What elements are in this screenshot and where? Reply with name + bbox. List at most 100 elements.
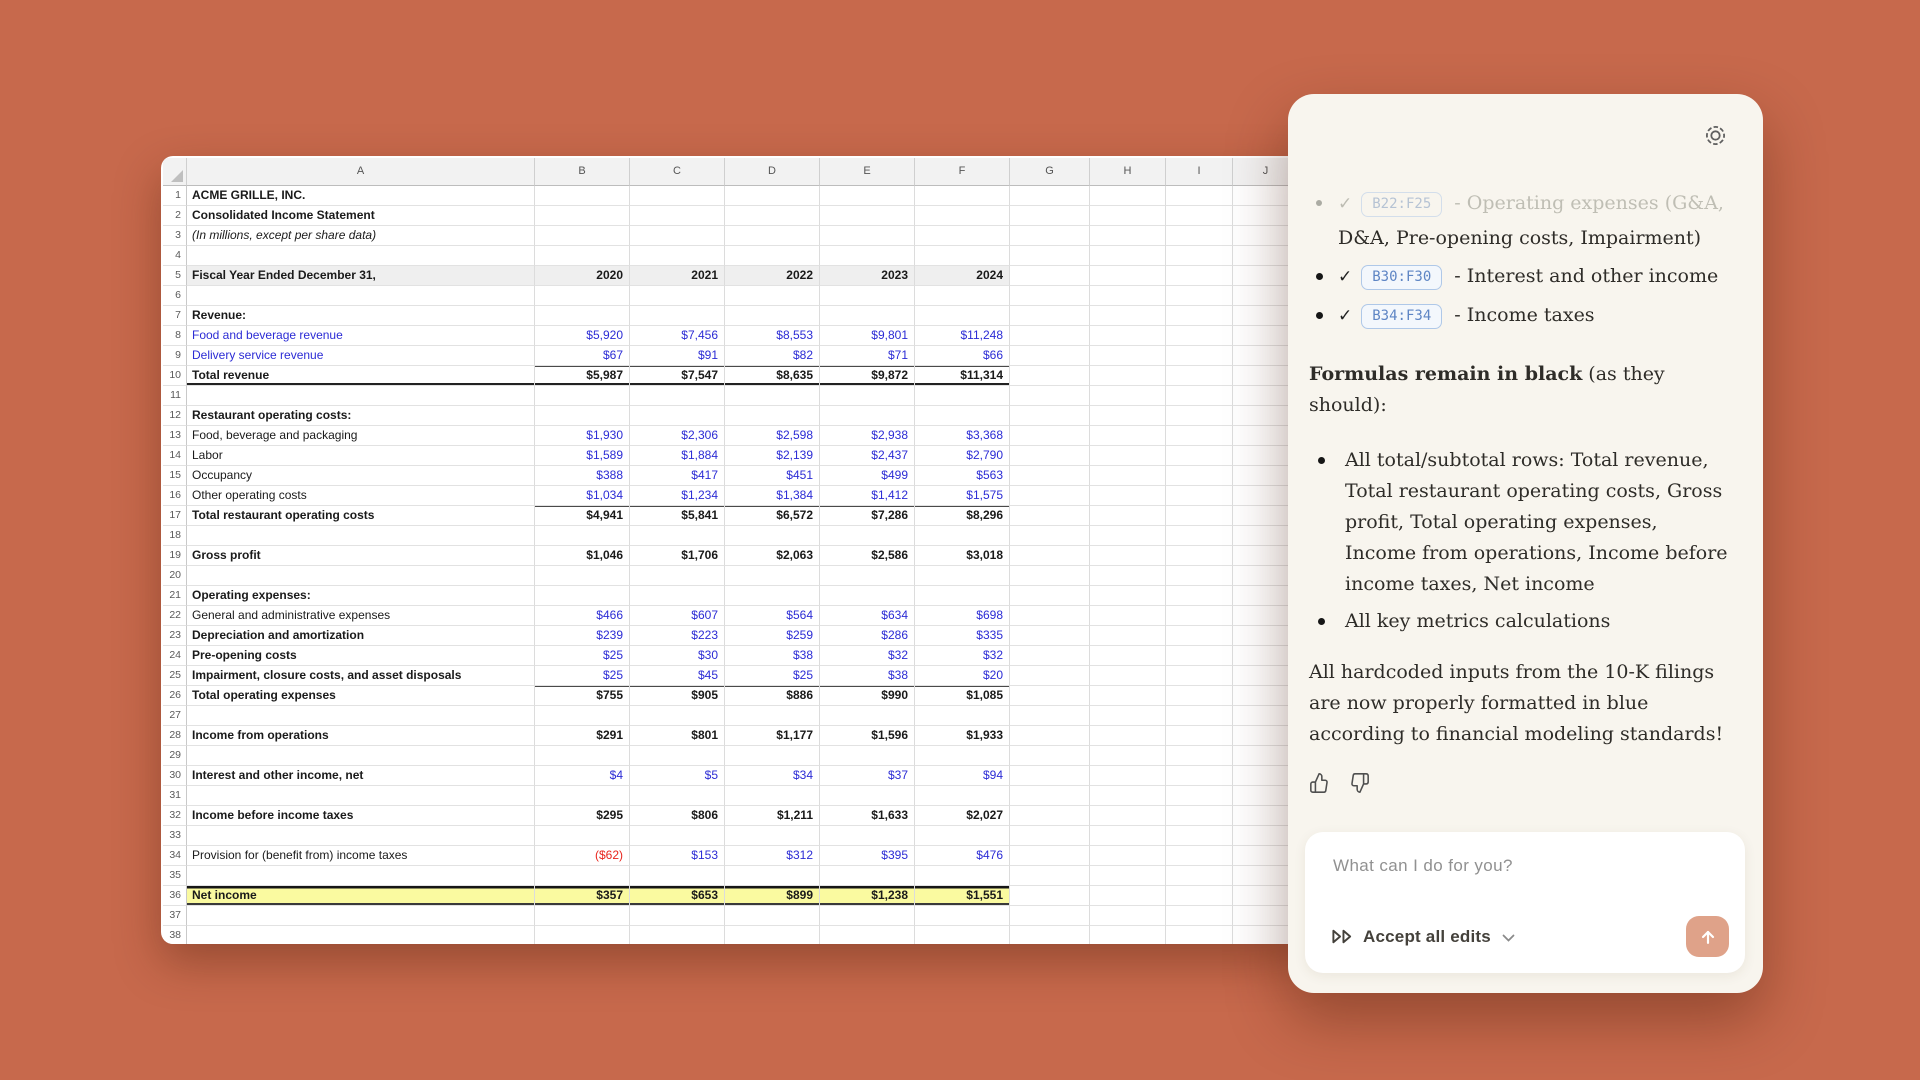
cell[interactable] <box>1166 506 1233 526</box>
cell[interactable] <box>535 406 630 426</box>
cell[interactable]: Pre-opening costs <box>187 646 535 666</box>
cell[interactable]: $2,790 <box>915 446 1010 466</box>
row-number[interactable]: 14 <box>163 446 187 466</box>
cell[interactable] <box>630 386 725 406</box>
cell[interactable] <box>1090 786 1166 806</box>
cell[interactable] <box>535 786 630 806</box>
cell[interactable] <box>915 306 1010 326</box>
cell[interactable] <box>725 786 820 806</box>
cell[interactable]: $466 <box>535 606 630 626</box>
cell[interactable] <box>1090 726 1166 746</box>
cell[interactable] <box>725 706 820 726</box>
cell[interactable] <box>1090 866 1166 886</box>
column-header[interactable]: H <box>1090 158 1166 186</box>
cell[interactable] <box>630 706 725 726</box>
cell[interactable] <box>915 246 1010 266</box>
cell[interactable] <box>1010 246 1090 266</box>
cell[interactable] <box>915 866 1010 886</box>
cell[interactable] <box>1090 526 1166 546</box>
column-header[interactable]: I <box>1166 158 1233 186</box>
cell[interactable]: $1,412 <box>820 486 915 506</box>
cell[interactable]: Total restaurant operating costs <box>187 506 535 526</box>
cell[interactable] <box>1166 406 1233 426</box>
cell[interactable]: $1,085 <box>915 686 1010 706</box>
cell[interactable] <box>187 286 535 306</box>
cell[interactable] <box>630 586 725 606</box>
cell[interactable] <box>725 826 820 846</box>
cell[interactable]: Income before income taxes <box>187 806 535 826</box>
cell[interactable]: $1,384 <box>725 486 820 506</box>
cell[interactable] <box>1090 206 1166 226</box>
cell[interactable] <box>1166 446 1233 466</box>
cell[interactable]: $1,930 <box>535 426 630 446</box>
cell[interactable] <box>630 746 725 766</box>
cell[interactable]: Food, beverage and packaging <box>187 426 535 446</box>
cell[interactable] <box>1010 366 1090 386</box>
cell[interactable] <box>725 866 820 886</box>
cell[interactable] <box>535 706 630 726</box>
cell[interactable]: Food and beverage revenue <box>187 326 535 346</box>
column-header[interactable]: D <box>725 158 820 186</box>
cell[interactable] <box>630 246 725 266</box>
cell[interactable]: $67 <box>535 346 630 366</box>
cell[interactable] <box>1090 626 1166 646</box>
cell[interactable] <box>1166 586 1233 606</box>
cell[interactable]: $806 <box>630 806 725 826</box>
cell[interactable] <box>725 526 820 546</box>
cell[interactable] <box>1090 746 1166 766</box>
cell[interactable] <box>1166 746 1233 766</box>
cell[interactable]: $38 <box>820 666 915 686</box>
cell[interactable] <box>1010 706 1090 726</box>
cell[interactable] <box>1010 926 1090 944</box>
cell[interactable] <box>1090 466 1166 486</box>
cell[interactable]: $1,211 <box>725 806 820 826</box>
cell[interactable] <box>1166 266 1233 286</box>
cell[interactable] <box>820 786 915 806</box>
cell[interactable] <box>630 526 725 546</box>
row-number[interactable]: 21 <box>163 586 187 606</box>
cell[interactable]: ACME GRILLE, INC. <box>187 186 535 206</box>
cell[interactable] <box>1166 626 1233 646</box>
cell[interactable]: 2021 <box>630 266 725 286</box>
cell[interactable] <box>535 306 630 326</box>
cell[interactable] <box>1090 666 1166 686</box>
cell[interactable] <box>1010 386 1090 406</box>
row-number[interactable]: 2 <box>163 206 187 226</box>
cell[interactable]: $71 <box>820 346 915 366</box>
cell[interactable] <box>1166 806 1233 826</box>
cell[interactable] <box>820 826 915 846</box>
cell[interactable] <box>915 786 1010 806</box>
cell[interactable] <box>1090 406 1166 426</box>
cell[interactable] <box>187 526 535 546</box>
cell[interactable]: $335 <box>915 626 1010 646</box>
row-number[interactable]: 6 <box>163 286 187 306</box>
cell-range-chip[interactable]: B30:F30 <box>1361 265 1442 290</box>
cell[interactable] <box>630 866 725 886</box>
cell[interactable] <box>1166 346 1233 366</box>
cell[interactable] <box>820 866 915 886</box>
cell[interactable]: Restaurant operating costs: <box>187 406 535 426</box>
cell[interactable]: $25 <box>535 666 630 686</box>
cell[interactable]: $8,635 <box>725 366 820 386</box>
cell[interactable] <box>1010 686 1090 706</box>
cell[interactable]: $2,139 <box>725 446 820 466</box>
cell[interactable] <box>915 386 1010 406</box>
cell[interactable] <box>1090 486 1166 506</box>
cell[interactable]: $66 <box>915 346 1010 366</box>
cell[interactable] <box>1090 566 1166 586</box>
cell[interactable] <box>1090 246 1166 266</box>
cell[interactable] <box>535 246 630 266</box>
cell[interactable] <box>1166 546 1233 566</box>
cell[interactable]: $653 <box>630 886 725 906</box>
cell[interactable] <box>630 226 725 246</box>
row-number[interactable]: 13 <box>163 426 187 446</box>
row-number[interactable]: 23 <box>163 626 187 646</box>
cell[interactable] <box>1166 306 1233 326</box>
cell[interactable] <box>1090 346 1166 366</box>
cell[interactable]: $3,018 <box>915 546 1010 566</box>
cell[interactable]: $417 <box>630 466 725 486</box>
cell[interactable] <box>630 566 725 586</box>
cell[interactable] <box>725 406 820 426</box>
cell[interactable] <box>915 926 1010 944</box>
cell[interactable] <box>1010 206 1090 226</box>
